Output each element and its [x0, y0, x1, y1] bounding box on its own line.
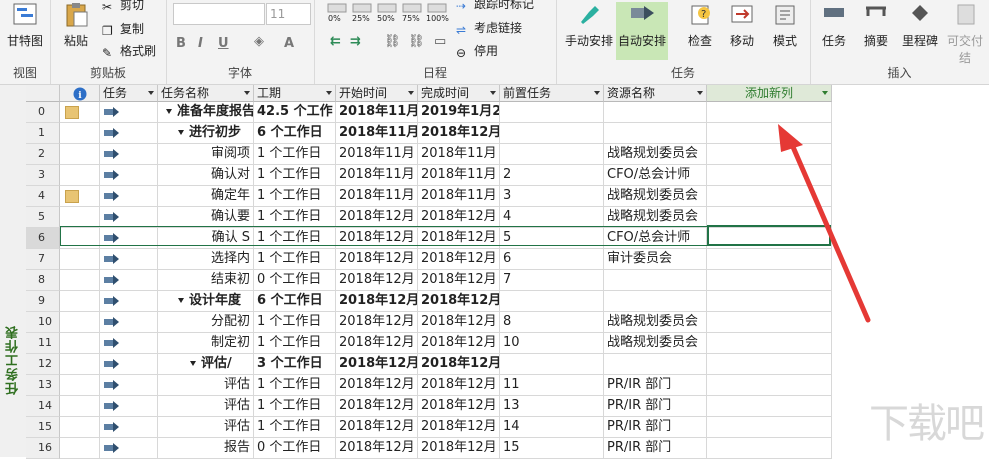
- watermark-logo: 下载吧: [869, 401, 985, 447]
- annotation-arrow: [778, 124, 871, 323]
- arrow-shaft: [787, 137, 871, 323]
- arrow-head: [778, 124, 803, 152]
